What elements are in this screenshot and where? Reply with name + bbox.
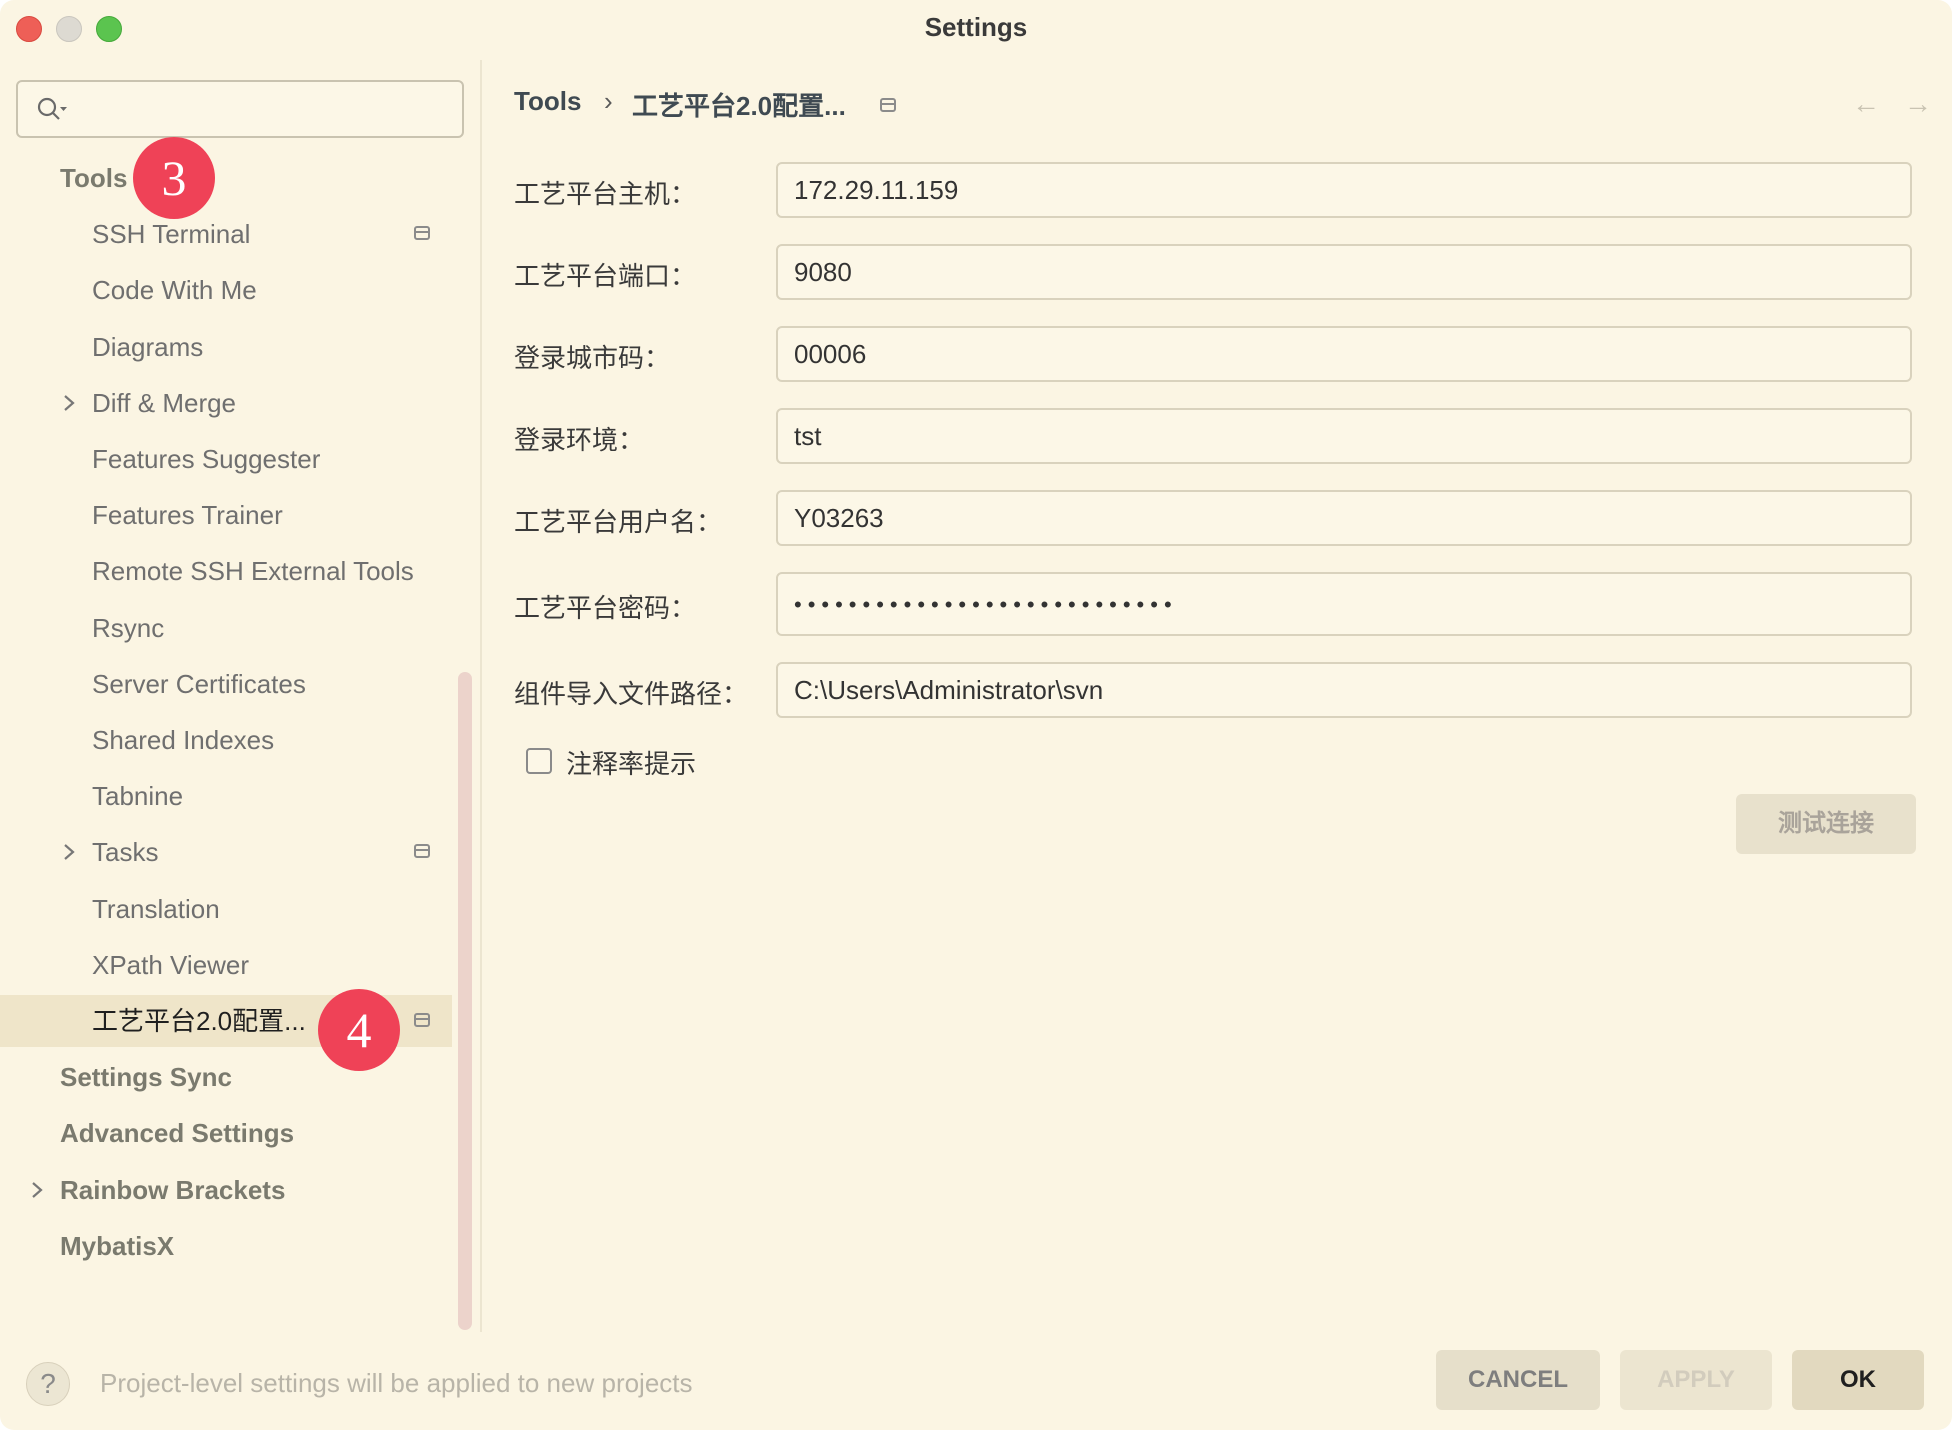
annotation-badge-4: 4 [318,989,400,1071]
sidebar-item[interactable]: Tasks [0,826,452,878]
apply-button[interactable]: APPLY [1620,1350,1772,1410]
help-button[interactable]: ? [26,1362,70,1406]
sidebar-item-label: Remote SSH External Tools [92,556,414,587]
sidebar-item[interactable]: Features Suggester [0,433,452,485]
city-code-field[interactable]: 00006 [776,326,1912,382]
settings-search-input[interactable] [16,80,464,138]
cancel-button[interactable]: CANCEL [1436,1350,1600,1410]
forward-arrow-icon[interactable]: → [1904,88,1932,120]
sidebar-scrollbar[interactable] [458,672,472,1330]
annotation-badge-3: 3 [133,137,215,219]
test-connection-button[interactable]: 测试连接 [1736,794,1916,854]
username-field[interactable]: Y03263 [776,490,1912,546]
env-label: 登录环境： [514,425,645,455]
sidebar-item[interactable]: XPath Viewer [0,939,452,991]
search-icon [37,97,67,120]
password-mask: •••••••••••••••••••••••••••• [794,592,1178,617]
sidebar-item-label: XPath Viewer [92,949,250,980]
panel-divider[interactable] [480,60,482,1332]
sidebar-item-label: Advanced Settings [60,1118,295,1149]
import-path-label: 组件导入文件路径： [514,679,749,709]
footer-note: Project-level settings will be applied t… [100,1368,693,1398]
sidebar-item-label: Server Certificates [92,668,306,699]
chevron-right-icon[interactable] [58,841,80,863]
import-path-field[interactable]: C:\Users\Administrator\svn [776,662,1912,718]
chevron-right-icon[interactable] [58,392,80,414]
sidebar-item[interactable]: Features Trainer [0,489,452,541]
sidebar-item-label: Tools [60,163,128,193]
env-field[interactable]: tst [776,408,1912,464]
title-bar: Settings [0,0,1952,56]
port-field[interactable]: 9080 [776,244,1912,300]
settings-sidebar: Tools SSH Terminal Code With Me Diagrams Dif… [0,56,480,1336]
sidebar-item-label: Rainbow Brackets [60,1174,286,1205]
sidebar-item[interactable]: Rsync [0,602,452,654]
project-scope-icon [880,98,896,112]
sidebar-item[interactable]: Remote SSH External Tools [0,545,452,597]
username-label: 工艺平台用户名： [514,507,723,537]
sidebar-item-label: Diff & Merge [92,387,237,418]
ok-button[interactable]: OK [1792,1350,1924,1410]
host-label: 工艺平台主机： [514,179,697,209]
sidebar-item[interactable]: Code With Me [0,264,452,316]
project-scope-icon [414,844,430,859]
breadcrumb-separator: › [604,86,613,116]
password-field[interactable]: •••••••••••••••••••••••••••• [776,572,1912,636]
host-field[interactable]: 172.29.11.159 [776,162,1912,218]
sidebar-item-label: Tabnine [92,781,184,812]
sidebar-item[interactable]: Advanced Settings [0,1107,452,1159]
password-label: 工艺平台密码： [514,593,697,623]
breadcrumb-current: 工艺平台2.0配置... [632,91,846,121]
project-scope-icon [414,226,430,241]
sidebar-item-label: Code With Me [92,275,257,306]
sidebar-item[interactable]: Rainbow Brackets [0,1164,452,1216]
breadcrumb-parent[interactable]: Tools [514,86,581,117]
sidebar-item[interactable]: MybatisX [0,1220,452,1272]
sidebar-item[interactable]: SSH Terminal [0,208,452,260]
sidebar-item[interactable]: Tools [0,152,452,204]
sidebar-item[interactable]: Translation [0,883,452,935]
city-code-label: 登录城市码： [514,343,671,373]
sidebar-item-label: Tasks [92,837,159,868]
sidebar-item-label: Settings Sync [60,1062,232,1093]
sidebar-item-label: Features Suggester [92,444,321,474]
back-arrow-icon[interactable]: ← [1852,88,1880,120]
chevron-right-icon[interactable] [26,1179,48,1201]
comment-rate-label[interactable]: 注释率提示 [566,744,696,781]
window-title: Settings [924,12,1028,42]
sidebar-item[interactable]: Shared Indexes [0,714,452,766]
project-scope-icon [414,1013,430,1027]
sidebar-item-label: Rsync [92,612,165,643]
sidebar-item-label: Features Trainer [92,500,283,531]
sidebar-item-label: 工艺平台2.0配置... [92,1006,306,1036]
sidebar-item-label: Shared Indexes [92,725,275,755]
sidebar-item-label: Diagrams [92,331,204,362]
sidebar-item[interactable]: Diagrams [0,321,452,373]
comment-rate-checkbox[interactable] [526,748,552,774]
sidebar-item[interactable]: Server Certificates [0,658,452,710]
sidebar-item-label: MybatisX [60,1230,175,1261]
sidebar-item-label: Translation [92,893,220,924]
settings-window: Settings Tools SSH Terminal Code With Me Di… [0,0,1952,1430]
sidebar-item[interactable]: Tabnine [0,770,452,822]
sidebar-item[interactable]: Diff & Merge [0,377,452,429]
port-label: 工艺平台端口： [514,261,697,291]
